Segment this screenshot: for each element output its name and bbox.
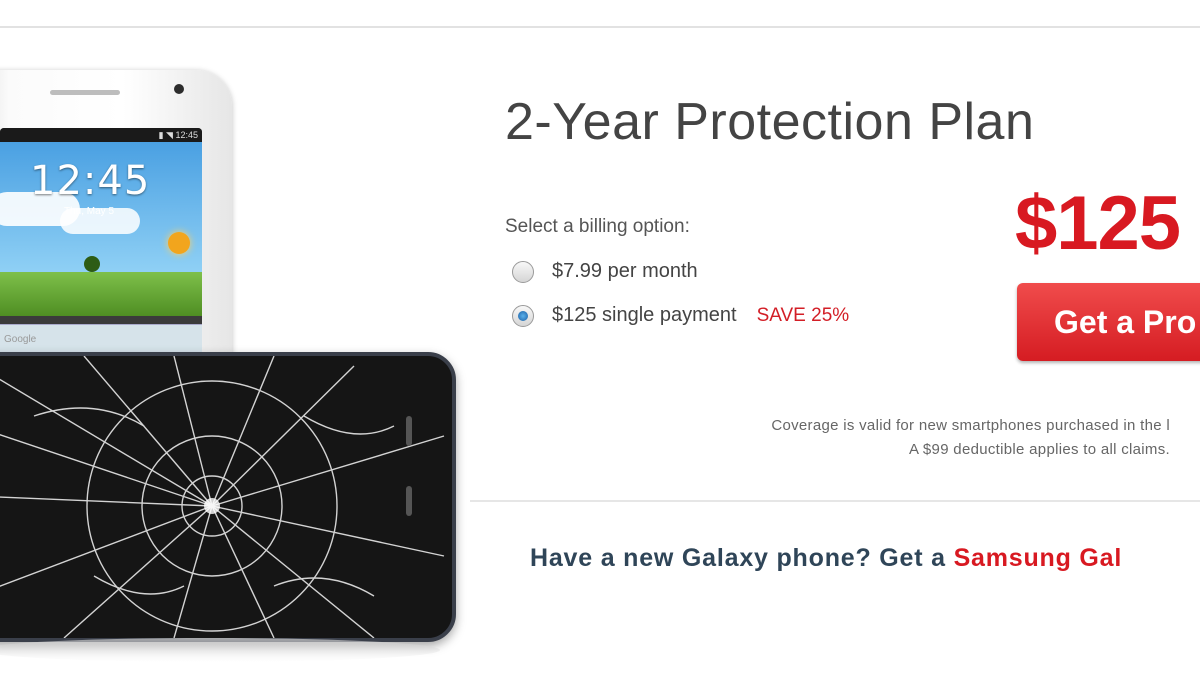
plan-title: 2-Year Protection Plan — [505, 93, 1035, 151]
search-widget: Google — [0, 324, 202, 354]
plan-price: $125 — [1015, 181, 1181, 266]
cracked-phone-image — [0, 352, 456, 642]
lock-screen-date: Thu, May 5 — [64, 206, 115, 217]
front-camera-icon — [174, 84, 184, 94]
coverage-note: Coverage is valid for new smartphones pu… — [600, 414, 1170, 462]
phone-reflection — [0, 638, 440, 662]
cracked-glass-graphic — [0, 356, 445, 638]
samsung-galaxy-link[interactable]: Samsung Gal — [954, 544, 1123, 572]
promo-text: Have a new Galaxy phone? Get a — [530, 544, 954, 572]
radio-checked-icon[interactable] — [512, 304, 534, 327]
billing-option-label: Select a billing option: — [505, 216, 690, 237]
product-image: ▮ ◥ 12:45 12:45 Thu, May 5 Google — [0, 60, 470, 662]
section-divider — [470, 500, 1200, 502]
sun-icon — [168, 232, 190, 254]
get-protection-button[interactable]: Get a Pro — [1017, 283, 1200, 361]
wallpaper-grass — [0, 272, 202, 316]
save-badge: SAVE 25% — [756, 304, 850, 326]
tree-icon — [84, 256, 100, 272]
coverage-line-2: A $99 deductible applies to all claims. — [908, 441, 1170, 458]
galaxy-promo: Have a new Galaxy phone? Get a Samsung G… — [530, 544, 1122, 573]
billing-option-monthly[interactable]: $7.99 per month — [512, 260, 698, 283]
coverage-line-1: Coverage is valid for new smartphones pu… — [771, 417, 1170, 434]
top-divider — [0, 0, 1200, 28]
billing-option-monthly-label: $7.99 per month — [552, 260, 698, 282]
billing-option-single[interactable]: $125 single payment SAVE 25% — [512, 304, 849, 327]
speaker-grille — [50, 90, 120, 95]
billing-option-single-label: $125 single payment — [552, 304, 737, 326]
status-bar: ▮ ◥ 12:45 — [0, 128, 202, 142]
radio-unchecked-icon[interactable] — [512, 260, 534, 283]
lock-screen-clock: 12:45 — [30, 158, 151, 204]
phone-lock-screen: ▮ ◥ 12:45 12:45 Thu, May 5 Google — [0, 128, 202, 368]
